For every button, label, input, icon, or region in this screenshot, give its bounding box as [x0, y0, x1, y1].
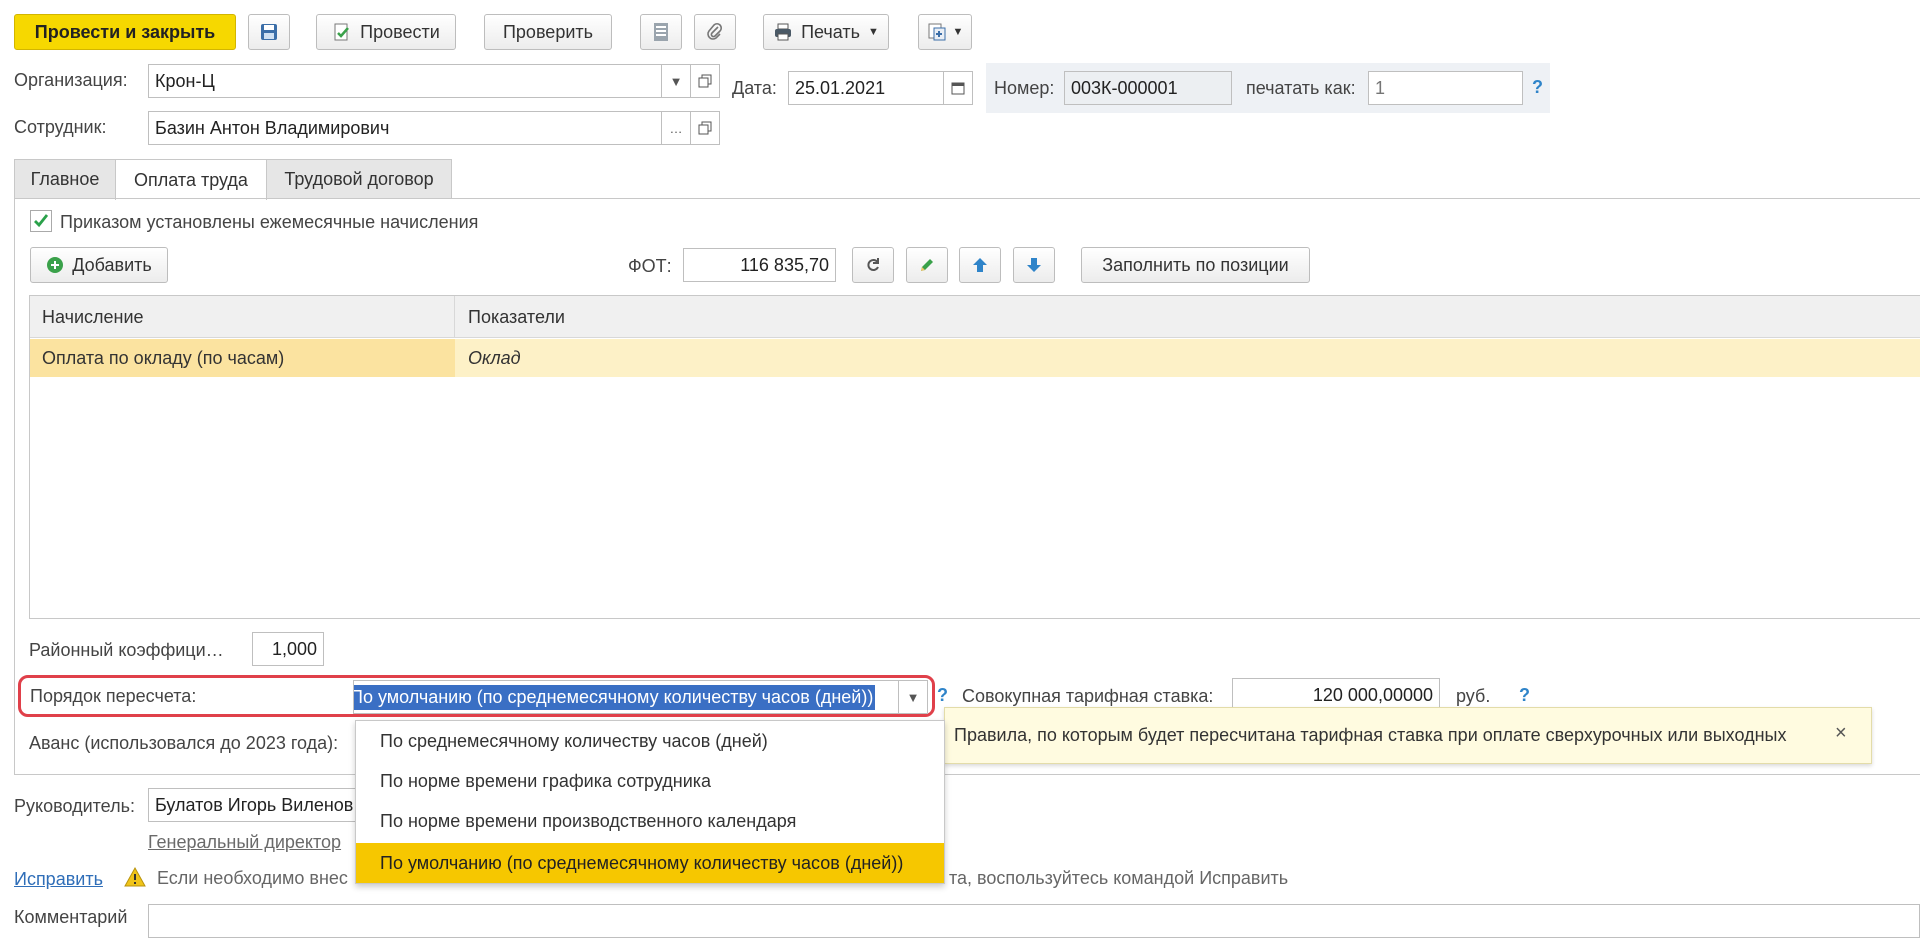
paperclip-icon — [707, 22, 723, 40]
print-as-field[interactable] — [1368, 71, 1523, 105]
close-icon[interactable]: × — [1835, 722, 1847, 745]
print-button[interactable]: Печать ▼ — [763, 14, 889, 50]
employee-label: Сотрудник: — [14, 117, 107, 137]
refresh-button[interactable] — [852, 247, 894, 283]
checkmark-icon — [34, 214, 49, 228]
create-based-on-icon — [928, 23, 946, 41]
column-header-accrual[interactable]: Начисление — [30, 296, 455, 338]
refresh-icon — [867, 258, 879, 271]
chevron-down-icon: ▼ — [868, 26, 879, 38]
post-document-icon — [334, 23, 350, 41]
number-label: Номер: — [994, 78, 1055, 98]
employee-field[interactable]: Базин Антон Владимирович — [148, 111, 662, 145]
warning-text: Если необходимо внес — [157, 868, 348, 888]
monthly-accruals-checkbox[interactable] — [30, 210, 52, 232]
employee-select-button[interactable]: … — [661, 111, 691, 145]
attach-button[interactable] — [694, 14, 736, 50]
fill-by-position-button[interactable]: Заполнить по позиции — [1081, 247, 1310, 283]
organization-label: Организация: — [14, 70, 128, 90]
recalc-order-field[interactable]: По умолчанию (по среднемесячному количес… — [353, 680, 899, 714]
currency-label: руб. — [1456, 686, 1491, 706]
check-button[interactable]: Проверить — [484, 14, 612, 50]
advance-label: Аванс (использовался до 2023 года): — [29, 733, 339, 753]
recalc-order-label: Порядок пересчета: — [30, 686, 197, 706]
tab-payment[interactable]: Оплата труда — [115, 159, 267, 200]
save-button[interactable] — [248, 14, 290, 50]
chevron-down-icon: ▼ — [669, 73, 683, 89]
monthly-accruals-label: Приказом установлены ежемесячные начисле… — [60, 212, 479, 232]
edit-button[interactable] — [906, 247, 948, 283]
recalc-tooltip: Правила, по которым будет пересчитана та… — [944, 707, 1872, 764]
table-header: Начисление Показатели — [30, 296, 1920, 338]
fix-link[interactable]: Исправить — [14, 869, 103, 890]
organization-dropdown-button[interactable]: ▼ — [661, 64, 691, 98]
chevron-down-icon: ▼ — [952, 26, 964, 38]
report-button[interactable] — [640, 14, 682, 50]
fot-field: 116 835,70 — [683, 248, 836, 282]
regional-coefficient-field[interactable]: 1,000 — [252, 632, 324, 666]
table-row[interactable]: Оплата по окладу (по часам) Оклад — [30, 339, 1920, 377]
manager-position-link[interactable]: Генеральный директор — [148, 832, 341, 853]
post-button-label: Провести — [360, 21, 440, 42]
calendar-button[interactable] — [943, 71, 973, 105]
warning-text-end: та, воспользуйтесь командой Исправить — [949, 868, 1289, 888]
number-field[interactable]: 003К-000001 — [1064, 71, 1232, 105]
organization-open-button[interactable] — [690, 64, 720, 98]
print-button-label: Печать — [801, 21, 861, 42]
dropdown-option-selected[interactable]: По умолчанию (по среднемесячному количес… — [356, 843, 944, 883]
arrow-down-icon — [1027, 258, 1041, 272]
pencil-icon — [921, 259, 933, 271]
floppy-disk-icon — [261, 24, 277, 40]
indicators-cell: Оклад — [468, 348, 521, 368]
add-button-label: Добавить — [72, 254, 152, 275]
help-icon[interactable]: ? — [937, 685, 948, 706]
help-icon[interactable]: ? — [1519, 685, 1530, 706]
dropdown-option[interactable]: По среднемесячному количеству часов (дне… — [356, 721, 944, 761]
post-button[interactable]: Провести — [316, 14, 456, 50]
move-up-button[interactable] — [959, 247, 1001, 283]
help-icon[interactable]: ? — [1532, 77, 1543, 98]
plus-circle-icon — [47, 257, 64, 273]
calendar-icon — [951, 82, 965, 95]
printer-icon — [775, 23, 792, 41]
arrow-up-icon — [973, 258, 987, 272]
open-window-icon — [698, 121, 712, 135]
date-label: Дата: — [732, 78, 777, 98]
recalc-order-dropdown-button[interactable]: ▼ — [898, 680, 928, 714]
column-header-indicators[interactable]: Показатели — [456, 296, 1920, 338]
tooltip-text: Правила, по которым будет пересчитана та… — [954, 725, 1787, 745]
employee-open-button[interactable] — [690, 111, 720, 145]
warning-icon — [124, 866, 146, 893]
open-window-icon — [698, 74, 712, 88]
manager-label: Руководитель: — [14, 796, 135, 816]
tab-main[interactable]: Главное — [14, 159, 116, 199]
add-button[interactable]: Добавить — [30, 247, 168, 283]
chevron-down-icon: ▼ — [906, 689, 920, 705]
recalc-order-value: По умолчанию (по среднемесячному количес… — [354, 684, 876, 710]
accruals-table: Начисление Показатели Оплата по окладу (… — [29, 295, 1920, 619]
manager-field[interactable]: Булатов Игорь Виленов — [148, 788, 368, 822]
post-and-close-button[interactable]: Провести и закрыть — [14, 14, 236, 50]
list-document-icon — [654, 23, 668, 41]
total-rate-label: Совокупная тарифная ставка: — [962, 686, 1214, 706]
organization-field[interactable]: Крон-Ц — [148, 64, 662, 98]
comment-field[interactable] — [148, 904, 1920, 938]
create-based-on-button[interactable]: ▼ — [918, 14, 972, 50]
dropdown-option[interactable]: По норме времени производственного кален… — [356, 801, 944, 841]
print-as-label: печатать как: — [1246, 78, 1356, 98]
ellipsis-icon: … — [669, 120, 683, 136]
fot-label: ФОТ: — [628, 256, 672, 276]
date-field[interactable]: 25.01.2021 — [788, 71, 944, 105]
move-down-button[interactable] — [1013, 247, 1055, 283]
accrual-cell: Оплата по окладу (по часам) — [30, 339, 455, 377]
comment-label: Комментарий — [14, 907, 128, 927]
recalc-order-dropdown-list: По среднемесячному количеству часов (дне… — [355, 720, 945, 884]
regional-coefficient-label: Районный коэффици… — [29, 640, 224, 660]
tab-contract[interactable]: Трудовой договор — [266, 159, 452, 199]
dropdown-option[interactable]: По норме времени графика сотрудника — [356, 761, 944, 801]
